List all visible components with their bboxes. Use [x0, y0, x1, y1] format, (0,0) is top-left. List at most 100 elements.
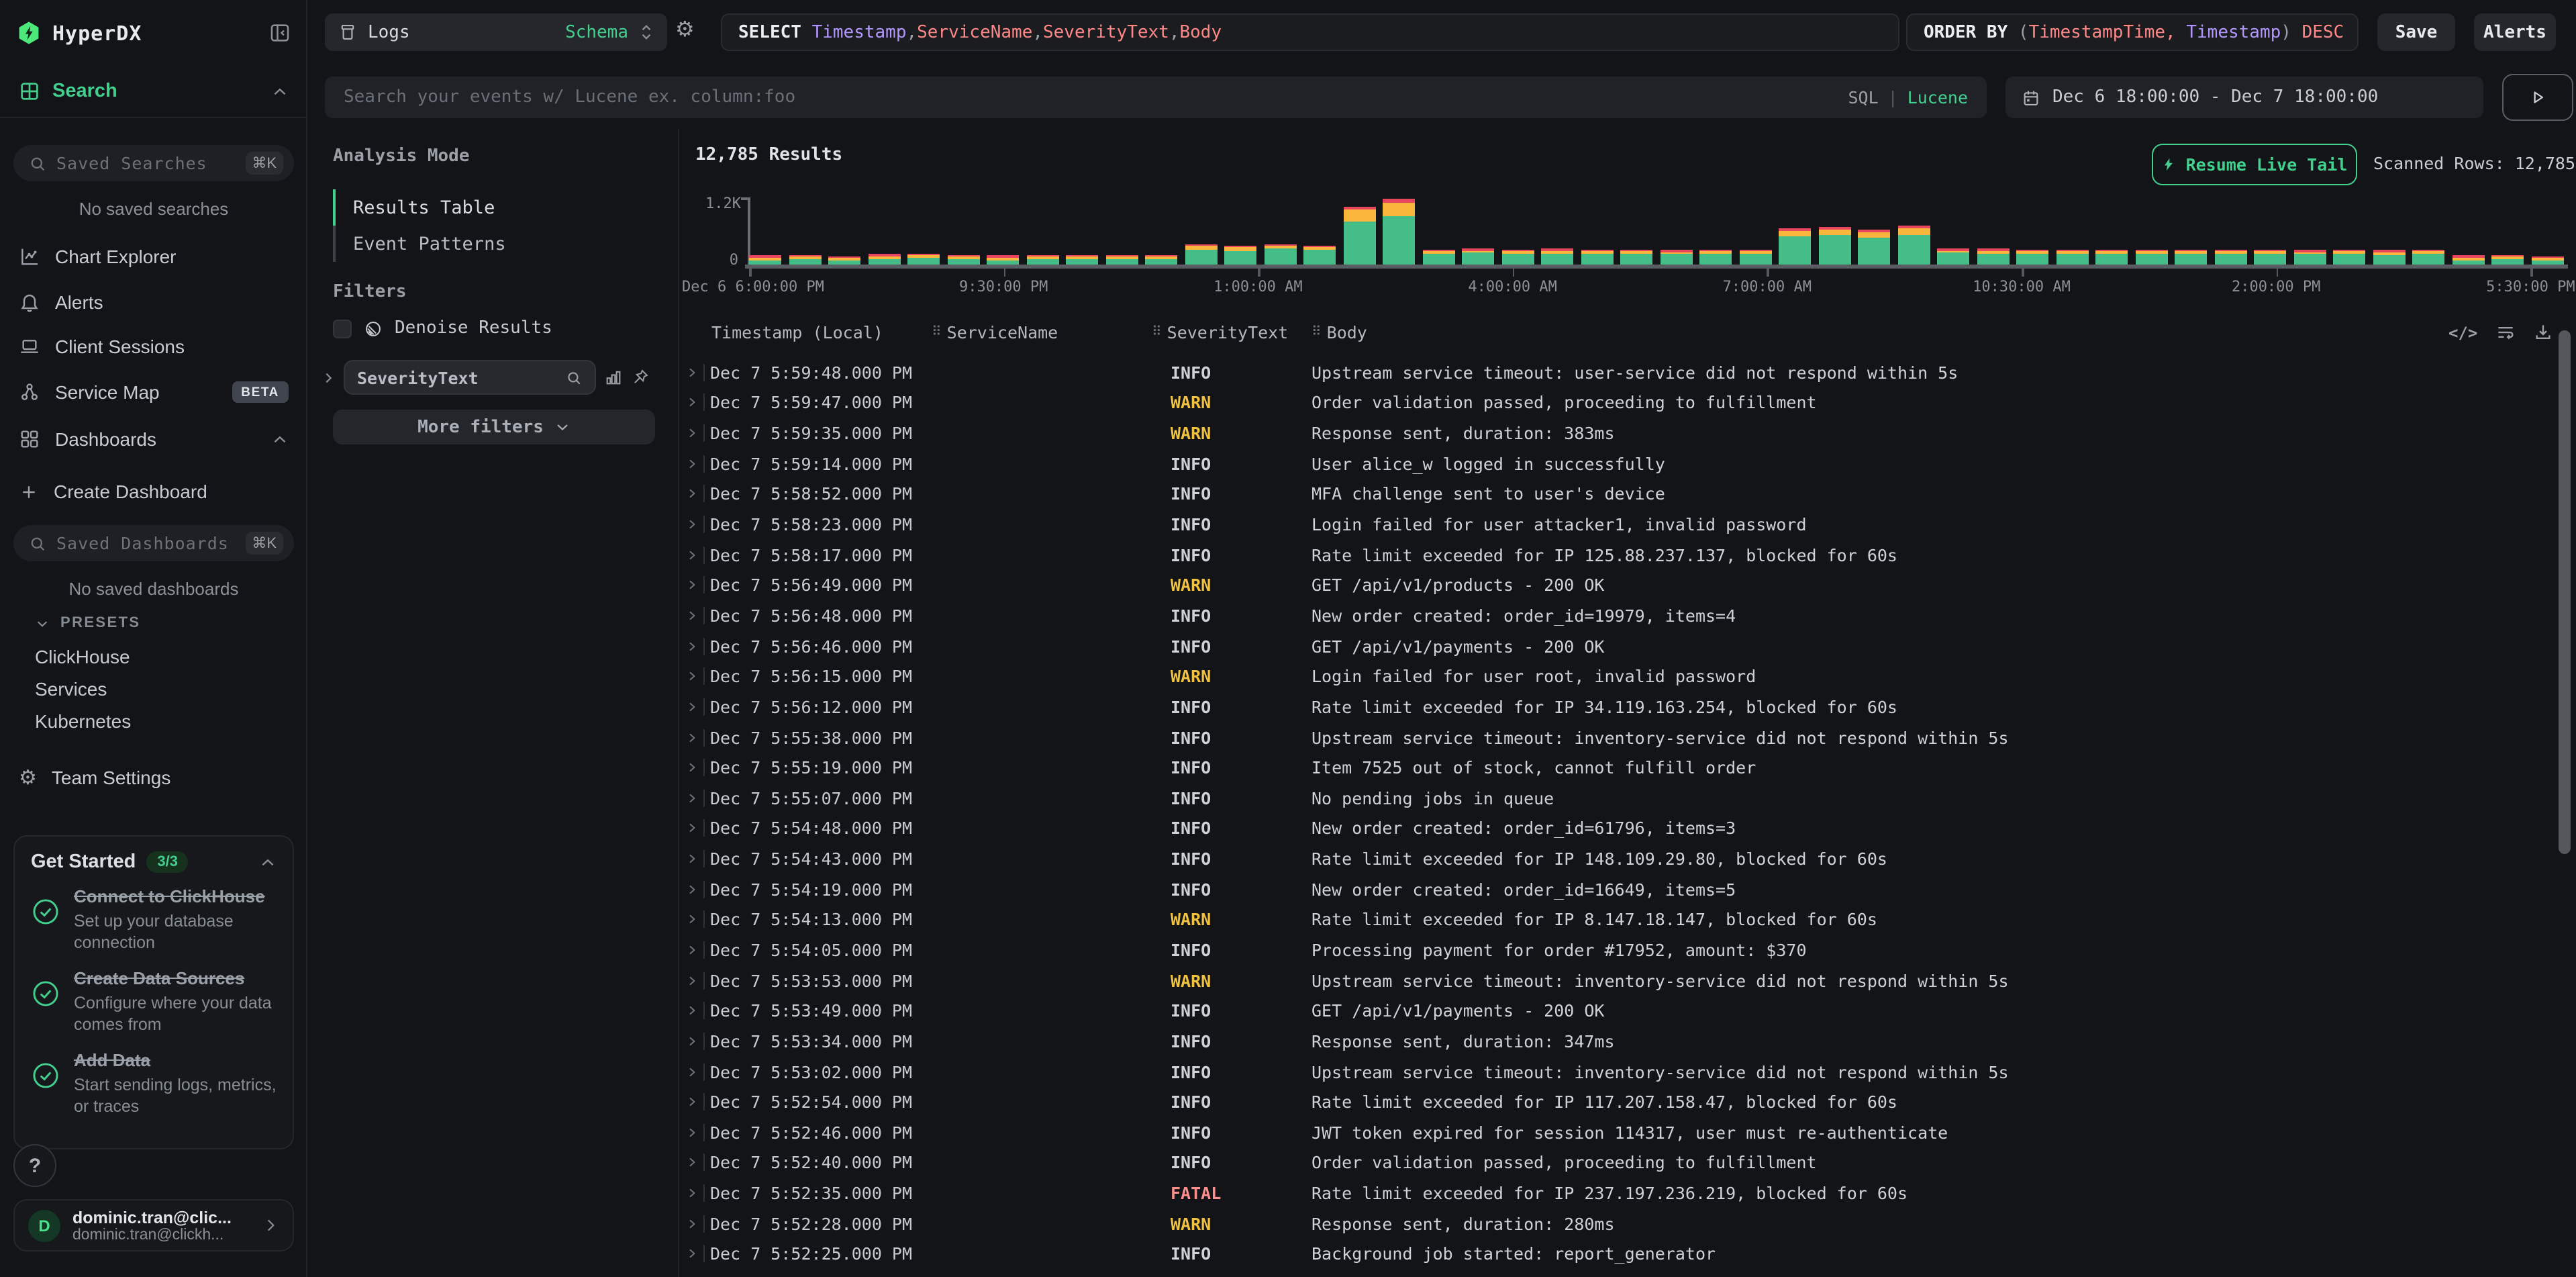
table-row[interactable]: Dec 7 5:55:07.000 PMINFONo pending jobs …: [679, 783, 2559, 813]
histogram-bar[interactable]: [1422, 250, 1454, 265]
resume-live-tail-button[interactable]: Resume Live Tail: [2152, 144, 2357, 185]
saved-dashboards-input[interactable]: Saved Dashboards ⌘K: [13, 525, 294, 561]
histogram-bar[interactable]: [1264, 244, 1296, 265]
histogram-bar[interactable]: [1818, 228, 1850, 265]
table-row[interactable]: Dec 7 5:58:52.000 PMINFOMFA challenge se…: [679, 479, 2559, 509]
histogram-bar[interactable]: [1699, 250, 1732, 265]
saved-searches-input[interactable]: Saved Searches ⌘K: [13, 145, 294, 181]
histogram-bar[interactable]: [1343, 206, 1375, 265]
expand-row-chevron-icon[interactable]: [686, 1247, 698, 1262]
language-toggle-sql[interactable]: SQL: [1848, 87, 1878, 107]
expand-row-chevron-icon[interactable]: [686, 791, 698, 806]
date-range-picker[interactable]: Dec 6 18:00:00 - Dec 7 18:00:00: [2005, 77, 2483, 118]
histogram-bar[interactable]: [1145, 255, 1177, 265]
user-menu[interactable]: D dominic.tran@clic... dominic.tran@clic…: [13, 1199, 294, 1251]
expand-row-chevron-icon[interactable]: [686, 851, 698, 866]
sidebar-item-dashboards[interactable]: Dashboards: [0, 420, 307, 458]
table-row[interactable]: Dec 7 5:53:49.000 PMINFOGET /api/v1/paym…: [679, 996, 2559, 1026]
histogram-bar[interactable]: [1739, 250, 1771, 265]
expand-row-chevron-icon[interactable]: [686, 547, 698, 562]
table-row[interactable]: Dec 7 5:59:47.000 PMWARNOrder validation…: [679, 387, 2559, 418]
drag-handle-icon[interactable]: ⠿: [1152, 325, 1162, 340]
bar-chart-icon[interactable]: [604, 368, 623, 387]
table-row[interactable]: Dec 7 5:58:17.000 PMINFORate limit excee…: [679, 540, 2559, 570]
expand-row-chevron-icon[interactable]: [686, 821, 698, 836]
histogram-bar[interactable]: [1581, 250, 1613, 265]
run-query-button[interactable]: [2502, 74, 2573, 121]
histogram-bar[interactable]: [789, 255, 821, 265]
expand-row-chevron-icon[interactable]: [686, 882, 698, 896]
table-row[interactable]: Dec 7 5:54:19.000 PMINFONew order create…: [679, 874, 2559, 904]
histogram-bar[interactable]: [1501, 249, 1534, 265]
events-histogram[interactable]: [749, 199, 2564, 265]
expand-row-chevron-icon[interactable]: [686, 943, 698, 957]
event-search-input[interactable]: Search your events w/ Lucene ex. column:…: [325, 77, 1987, 118]
sidebar-item-client-sessions[interactable]: Client Sessions: [0, 328, 307, 365]
help-button[interactable]: ?: [13, 1144, 56, 1187]
expand-row-chevron-icon[interactable]: [686, 517, 698, 532]
expand-row-chevron-icon[interactable]: [686, 487, 698, 502]
histogram-bar[interactable]: [1541, 249, 1573, 265]
column-header-severitytext[interactable]: ⠿ SeverityText: [1152, 322, 1288, 342]
source-selector[interactable]: Logs Schema: [325, 13, 667, 51]
expand-row-chevron-icon[interactable]: [686, 669, 698, 683]
expand-row-chevron-icon[interactable]: [686, 730, 698, 745]
view-source-icon[interactable]: </>: [2448, 323, 2477, 342]
expand-row-chevron-icon[interactable]: [686, 700, 698, 714]
save-button[interactable]: Save: [2377, 13, 2455, 51]
histogram-bar[interactable]: [2175, 250, 2207, 265]
severity-filter-field[interactable]: SeverityText: [344, 360, 596, 395]
histogram-bar[interactable]: [2373, 250, 2405, 265]
histogram-bar[interactable]: [1462, 249, 1494, 265]
source-settings-gear-icon[interactable]: ⚙: [675, 19, 695, 40]
column-header-servicename[interactable]: ⠿ ServiceName: [932, 322, 1058, 342]
expand-row-chevron-icon[interactable]: [686, 973, 698, 988]
histogram-bar[interactable]: [868, 254, 900, 265]
histogram-bar[interactable]: [1858, 230, 1890, 265]
expand-row-chevron-icon[interactable]: [686, 426, 698, 440]
histogram-bar[interactable]: [828, 256, 860, 265]
chevron-right-icon[interactable]: [321, 370, 336, 385]
expand-row-chevron-icon[interactable]: [686, 395, 698, 410]
table-row[interactable]: Dec 7 5:54:13.000 PMWARNRate limit excee…: [679, 904, 2559, 935]
denoise-results-toggle[interactable]: Denoise Results: [333, 318, 552, 338]
histogram-bar[interactable]: [2095, 249, 2128, 265]
table-row[interactable]: Dec 7 5:53:53.000 PMWARNUpstream service…: [679, 965, 2559, 996]
histogram-bar[interactable]: [1303, 246, 1336, 265]
expand-row-chevron-icon[interactable]: [686, 912, 698, 927]
histogram-bar[interactable]: [1026, 255, 1058, 265]
sidebar-item-chart-explorer[interactable]: Chart Explorer: [0, 238, 307, 275]
get-started-step-sources[interactable]: Create Data Sources Configure where your…: [31, 968, 277, 1035]
table-row[interactable]: Dec 7 5:58:23.000 PMINFOLogin failed for…: [679, 509, 2559, 539]
table-row[interactable]: Dec 7 5:52:40.000 PMINFOOrder validation…: [679, 1147, 2559, 1178]
sidebar-item-search[interactable]: Search: [0, 66, 307, 118]
histogram-bar[interactable]: [2412, 250, 2444, 265]
alerts-button[interactable]: Alerts: [2474, 13, 2556, 51]
histogram-bar[interactable]: [907, 254, 940, 265]
histogram-bar[interactable]: [1066, 255, 1098, 265]
column-header-body[interactable]: ⠿ Body: [1311, 322, 1367, 342]
table-row[interactable]: Dec 7 5:52:28.000 PMWARNResponse sent, d…: [679, 1209, 2559, 1239]
histogram-bar[interactable]: [2333, 250, 2365, 265]
histogram-bar[interactable]: [749, 256, 781, 265]
table-row[interactable]: Dec 7 5:55:38.000 PMINFOUpstream service…: [679, 722, 2559, 752]
table-row[interactable]: Dec 7 5:52:54.000 PMINFORate limit excee…: [679, 1087, 2559, 1117]
table-row[interactable]: Dec 7 5:59:14.000 PMINFOUser alice_w log…: [679, 448, 2559, 479]
histogram-bar[interactable]: [1660, 250, 1692, 265]
search-icon[interactable]: [565, 369, 583, 386]
table-row[interactable]: Dec 7 5:59:35.000 PMWARNResponse sent, d…: [679, 418, 2559, 448]
histogram-bar[interactable]: [2491, 255, 2524, 265]
table-row[interactable]: Dec 7 5:54:43.000 PMINFORate limit excee…: [679, 844, 2559, 874]
table-row[interactable]: Dec 7 5:54:48.000 PMINFONew order create…: [679, 813, 2559, 843]
histogram-bar[interactable]: [987, 256, 1019, 265]
mode-event-patterns[interactable]: Event Patterns: [333, 226, 655, 262]
create-dashboard-button[interactable]: Create Dashboard: [0, 473, 307, 510]
expand-row-chevron-icon[interactable]: [686, 1064, 698, 1079]
expand-row-chevron-icon[interactable]: [686, 1034, 698, 1049]
table-row[interactable]: Dec 7 5:54:05.000 PMINFOProcessing payme…: [679, 935, 2559, 965]
table-row[interactable]: Dec 7 5:53:02.000 PMINFOUpstream service…: [679, 1056, 2559, 1086]
column-header-timestamp[interactable]: Timestamp (Local): [711, 322, 883, 342]
expand-row-chevron-icon[interactable]: [686, 1155, 698, 1170]
histogram-bar[interactable]: [2452, 256, 2484, 265]
presets-toggle[interactable]: PRESETS: [35, 615, 141, 631]
